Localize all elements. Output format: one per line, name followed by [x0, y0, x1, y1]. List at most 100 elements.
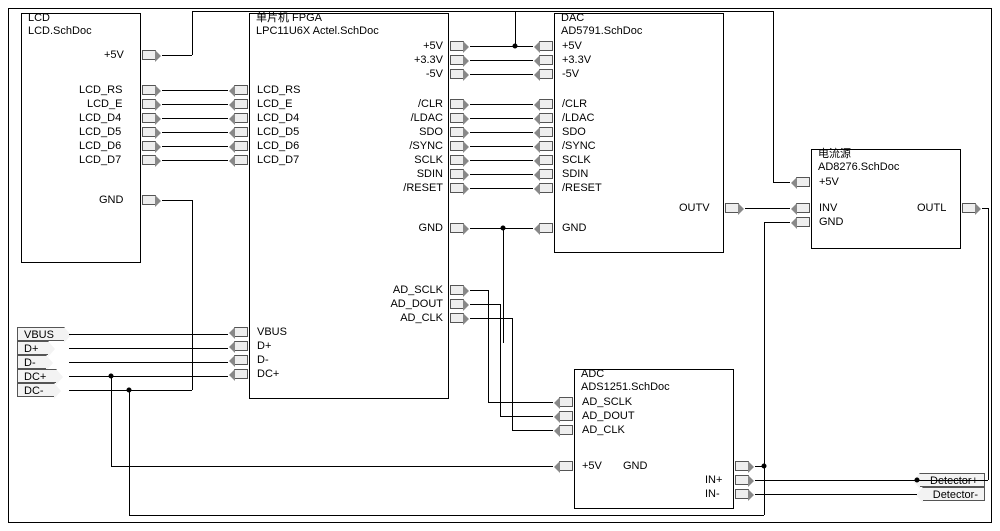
mcu-l-d6-pin — [234, 141, 248, 151]
wire — [69, 334, 228, 335]
conn-detm: Detector- — [922, 487, 985, 501]
mcu-l-d7-pin — [234, 155, 248, 165]
adc-sclk-pin — [559, 397, 573, 407]
dac-outv-label: OUTV — [679, 202, 710, 214]
lcd-d7-pin — [142, 155, 156, 165]
mcu-l-d6-label: LCD_D6 — [257, 140, 299, 152]
dac-5v-label: +5V — [562, 40, 582, 52]
mcu-r-sdin-pin — [450, 169, 464, 179]
adc-inm-pin — [735, 489, 749, 499]
net-node — [513, 44, 518, 49]
adc-gnd-pin — [735, 461, 749, 471]
dac-outv-pin — [725, 203, 739, 213]
lcd-gnd-label: GND — [99, 194, 123, 206]
dac-sdo-label: SDO — [562, 126, 586, 138]
dac-ldac-pin — [539, 113, 553, 123]
wire — [162, 160, 228, 161]
wire — [111, 376, 112, 466]
lcd-e-pin — [142, 99, 156, 109]
dac-sdo-pin — [539, 127, 553, 137]
lcd-rs-label: LCD_RS — [79, 84, 122, 96]
block-current-source: 电流源 AD8276.SchDoc — [811, 149, 961, 249]
mcu-r-clr-pin — [450, 99, 464, 109]
mcu-l-dp-label: D+ — [257, 340, 271, 352]
schematic-canvas: LCD LCD.SchDoc 单片机 FPGA LPC11U6X Actel.S… — [8, 8, 992, 523]
wire — [162, 90, 228, 91]
mcu-r-clr-label: /CLR — [418, 98, 443, 110]
mcu-r-addout-pin — [450, 299, 464, 309]
wire — [512, 430, 553, 431]
cs-title: 电流源 AD8276.SchDoc — [818, 148, 899, 174]
wire — [512, 318, 513, 430]
adc-dout-label: AD_DOUT — [582, 410, 635, 422]
conn-dp: D+ — [17, 341, 49, 355]
wire — [470, 304, 500, 305]
wire — [755, 494, 917, 495]
net-node — [915, 478, 920, 483]
wire — [470, 74, 533, 75]
mcu-l-vbus-label: VBUS — [257, 326, 287, 338]
wire — [162, 55, 192, 56]
net-node — [109, 374, 114, 379]
mcu-r-sclk-label: SCLK — [414, 154, 443, 166]
dac-clr-label: /CLR — [562, 98, 587, 110]
mcu-r-sclk-pin — [450, 155, 464, 165]
mcu-r-adclk-pin — [450, 313, 464, 323]
cs-5v-label: +5V — [819, 176, 839, 188]
dac-gnd-pin — [539, 223, 553, 233]
mcu-r-gnd-label: GND — [419, 222, 443, 234]
lcd-d4-label: LCD_D4 — [79, 112, 121, 124]
lcd-rs-pin — [142, 85, 156, 95]
wire — [470, 290, 488, 291]
wire — [162, 118, 228, 119]
wire — [69, 362, 228, 363]
dac-m5v-pin — [539, 69, 553, 79]
wire — [162, 146, 228, 147]
wire — [488, 290, 489, 402]
mcu-r-adsclk-pin — [450, 285, 464, 295]
lcd-5v-pin — [142, 50, 156, 60]
wire — [503, 228, 504, 343]
cs-gnd-label: GND — [819, 216, 843, 228]
mcu-r-ldac-pin — [450, 113, 464, 123]
wire — [162, 132, 228, 133]
wire — [470, 318, 512, 319]
mcu-l-rs-pin — [234, 85, 248, 95]
wire — [470, 118, 533, 119]
mcu-l-dm-label: D- — [257, 354, 269, 366]
mcu-l-e-label: LCD_E — [257, 98, 292, 110]
dac-sdin-label: SDIN — [562, 168, 588, 180]
cs-outl-pin — [962, 203, 976, 213]
wire — [129, 390, 130, 515]
lcd-title: LCD LCD.SchDoc — [28, 12, 92, 38]
adc-inp-label: IN+ — [705, 474, 722, 486]
mcu-l-dm-pin — [234, 355, 248, 365]
wire — [470, 104, 533, 105]
wire — [470, 146, 533, 147]
mcu-r-reset-pin — [450, 183, 464, 193]
wire — [755, 480, 917, 481]
adc-clk-label: AD_CLK — [582, 424, 625, 436]
conn-dcm: DC- — [17, 383, 55, 397]
mcu-r-5v-label: +5V — [423, 40, 443, 52]
wire — [69, 348, 228, 349]
mcu-l-d5-label: LCD_D5 — [257, 126, 299, 138]
dac-sync-pin — [539, 141, 553, 151]
adc-5v-label: +5V — [582, 460, 602, 472]
wire — [470, 60, 533, 61]
cs-outl-label: OUTL — [917, 202, 946, 214]
conn-dcp: DC+ — [17, 369, 57, 383]
wire — [192, 11, 193, 55]
mcu-l-vbus-pin — [234, 327, 248, 337]
adc-clk-pin — [559, 425, 573, 435]
lcd-d5-label: LCD_D5 — [79, 126, 121, 138]
mcu-l-d4-label: LCD_D4 — [257, 112, 299, 124]
mcu-r-sync-pin — [450, 141, 464, 151]
wire — [500, 416, 553, 417]
wire — [470, 174, 533, 175]
mcu-l-e-pin — [234, 99, 248, 109]
wire — [162, 200, 192, 201]
dac-sdin-pin — [539, 169, 553, 179]
dac-m5v-label: -5V — [562, 68, 579, 80]
wire — [515, 11, 516, 46]
